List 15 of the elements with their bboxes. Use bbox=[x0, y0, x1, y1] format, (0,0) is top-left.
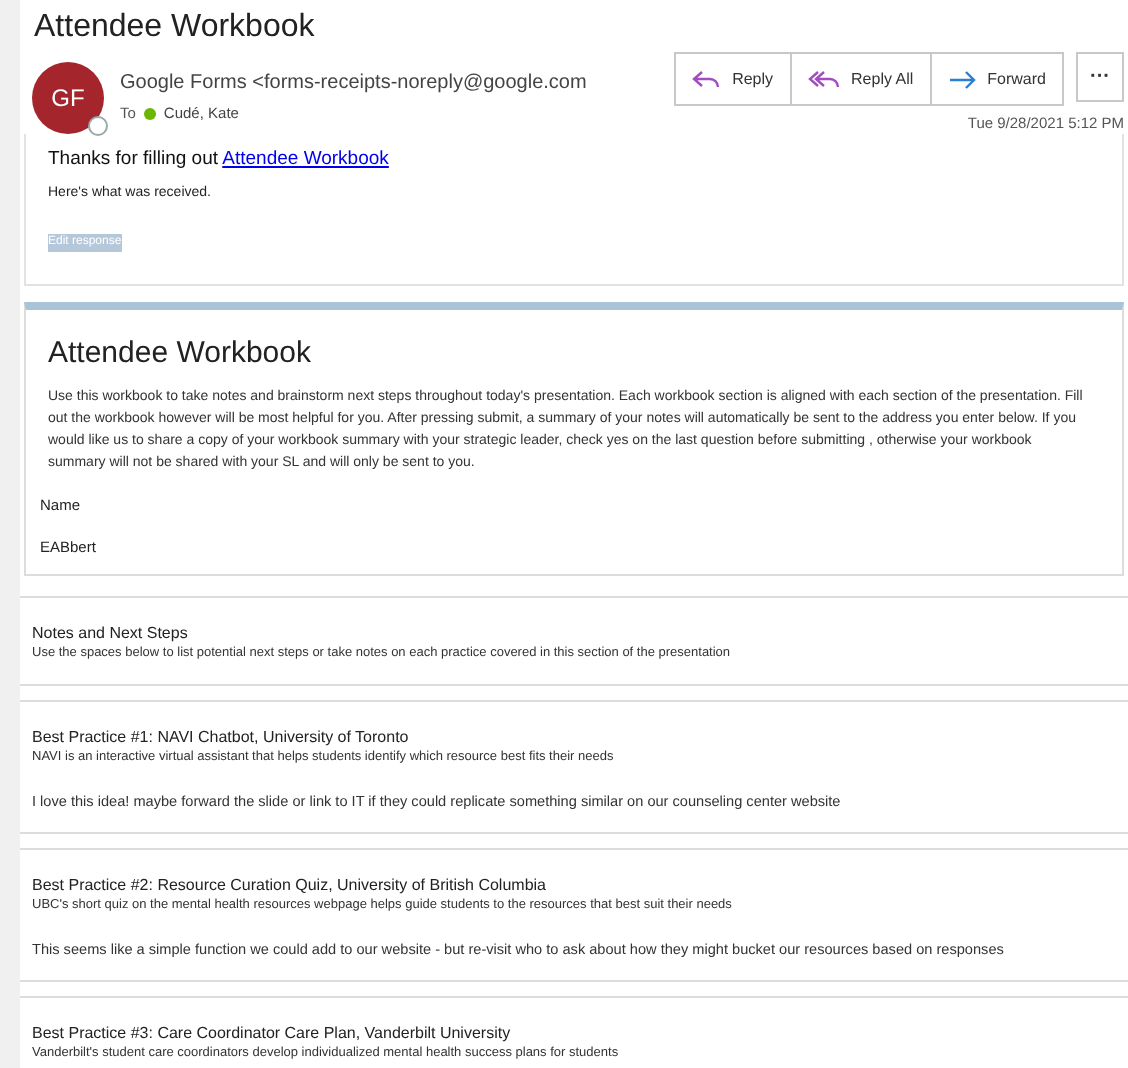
form-title: Attendee Workbook bbox=[48, 333, 313, 374]
email-subject: Attendee Workbook bbox=[32, 8, 317, 48]
sender-name: Google Forms <forms-receipts-noreply@google.com bbox=[120, 70, 587, 98]
thanks-text: Thanks for filling out Attendee Workbook bbox=[48, 146, 391, 175]
form-link[interactable]: Attendee Workbook bbox=[222, 148, 389, 171]
status-icon bbox=[143, 107, 156, 120]
sender-avatar: GF bbox=[32, 62, 104, 134]
forward-icon bbox=[947, 69, 976, 89]
section-title: Best Practice #2: Resource Curation Quiz, University of British Columbia bbox=[32, 874, 548, 897]
more-button[interactable]: ··· bbox=[1076, 52, 1124, 102]
section-title: Best Practice #1: NAVI Chatbot, University of Toronto bbox=[32, 726, 411, 749]
reply-icon bbox=[692, 69, 721, 89]
reply-all-icon bbox=[807, 69, 840, 89]
section-title: Notes and Next Steps bbox=[32, 622, 190, 645]
section-title: Best Practice #3: Care Coordinator Care Plan, Vanderbilt University bbox=[32, 1022, 513, 1045]
